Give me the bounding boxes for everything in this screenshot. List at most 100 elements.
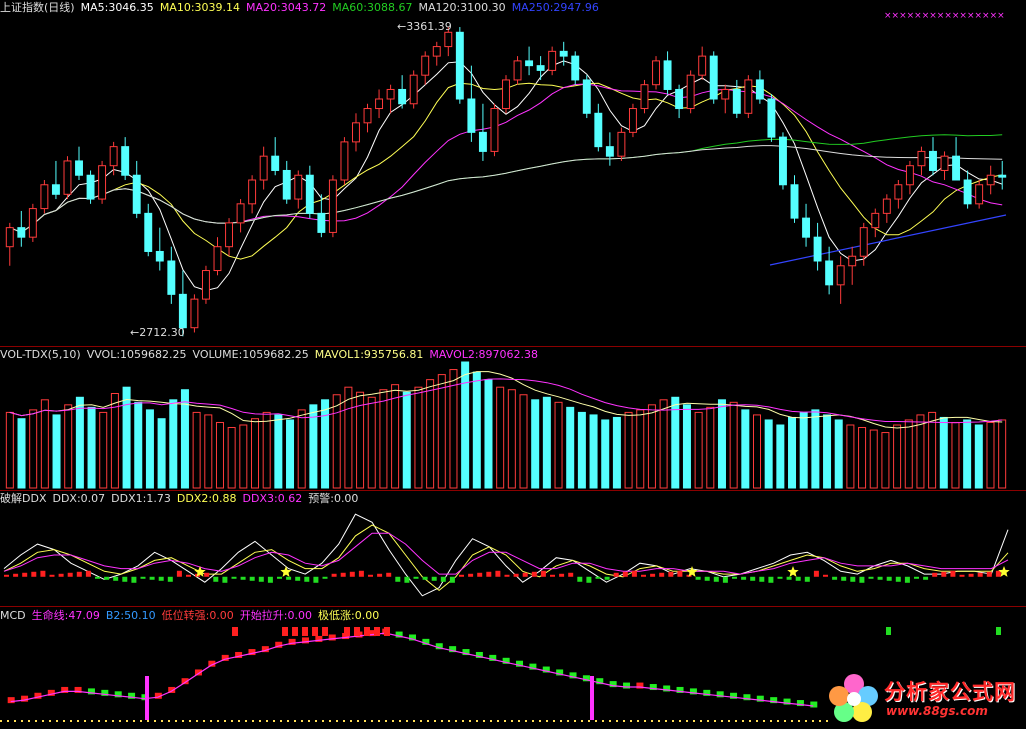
ddx-bar <box>941 571 947 577</box>
ddx-bar <box>131 576 137 583</box>
volume-bar <box>577 411 586 489</box>
candle <box>986 174 995 186</box>
candle <box>75 160 83 176</box>
volume-bar <box>519 394 528 489</box>
ddx-bar <box>231 576 237 579</box>
ddx-bar <box>650 573 656 577</box>
ddx-bar <box>331 573 337 577</box>
ddx-bar <box>249 576 255 581</box>
volume-bar <box>507 389 516 489</box>
volume-bar <box>204 414 213 489</box>
ddx-bar <box>413 576 419 579</box>
low-label: ←2712.30 <box>130 326 185 339</box>
candle <box>352 122 360 143</box>
volume-bar <box>811 409 820 489</box>
candle <box>802 217 811 238</box>
volume-header-item-2: VOLUME:1059682.25 <box>192 348 309 361</box>
ddx-bar <box>222 576 228 583</box>
ddx-bar <box>449 576 455 583</box>
ddx-bar <box>750 576 756 581</box>
ddx-bar <box>4 574 9 577</box>
candle <box>409 74 418 105</box>
ddx-bar <box>886 576 892 581</box>
volume-bar <box>566 406 575 489</box>
volume-bar <box>134 401 143 489</box>
ddx-bar <box>431 576 437 581</box>
ddx-bar <box>158 576 164 581</box>
ddx-bar <box>122 576 128 582</box>
mcd-header-item-5: 极低涨:0.00 <box>318 609 380 622</box>
ddx-bar <box>440 576 446 582</box>
ddx-bar <box>804 576 810 582</box>
candle <box>525 60 534 67</box>
mcd-signal-red <box>282 627 288 636</box>
ddx-bar <box>422 576 428 580</box>
ddx-bar <box>877 576 883 580</box>
volume-bar <box>52 414 61 489</box>
candle <box>917 150 926 167</box>
ddx-bar <box>668 571 674 577</box>
mcd-signal-green <box>886 627 891 635</box>
mcd-signal-red <box>354 627 360 636</box>
ddx-bar <box>13 573 19 577</box>
ddx-series-ddx2 <box>3 524 1009 592</box>
ddx-bar <box>404 576 410 583</box>
candle <box>40 184 49 210</box>
volume-bar <box>321 399 330 489</box>
ddx-bar <box>495 570 501 577</box>
mcd-header-item-2: B2:50.10 <box>105 609 156 622</box>
volume-bar <box>157 418 166 489</box>
volume-bar <box>391 384 400 489</box>
ddx-bar <box>85 570 91 577</box>
price-header-item-3: MA20:3043.72 <box>246 1 327 14</box>
candle <box>144 212 153 252</box>
candle <box>836 265 845 286</box>
price-header-item-0: 上证指数(日线) <box>0 1 75 14</box>
candle <box>421 55 430 76</box>
candle <box>98 165 107 200</box>
ddx-bar <box>832 576 838 580</box>
ddx-bar <box>741 576 747 580</box>
ddx-bar <box>914 576 919 579</box>
volume-bar <box>531 399 540 489</box>
ddx-bar <box>768 576 774 583</box>
candle <box>571 55 580 81</box>
candle <box>894 184 903 200</box>
ddx-bar <box>277 576 282 579</box>
candle <box>871 212 880 229</box>
candle <box>663 60 672 90</box>
candle <box>386 88 395 100</box>
ddx-bar <box>368 574 373 577</box>
ddx-bar <box>295 576 301 581</box>
ma60-line <box>9 134 1003 233</box>
ddx-bar <box>304 576 310 582</box>
volume-bar <box>227 427 236 489</box>
candle <box>790 184 799 219</box>
candle <box>155 250 164 262</box>
volume-bar <box>893 424 902 489</box>
volume-bar <box>472 371 481 489</box>
candle <box>294 174 303 200</box>
volume-bar <box>40 399 49 489</box>
volume-bar <box>799 411 808 489</box>
ddx-bar <box>204 572 210 577</box>
volume-bar <box>904 419 913 489</box>
candle <box>617 131 626 157</box>
candle <box>779 136 787 186</box>
ddx-bar <box>95 576 100 579</box>
candle <box>536 65 545 71</box>
ddx-bar <box>104 576 110 580</box>
ddx-header-item-2: DDX1:1.73 <box>111 492 171 505</box>
mcd-signal-red <box>374 627 380 636</box>
volume-bar <box>554 401 563 489</box>
ddx-bar <box>622 571 628 577</box>
candle <box>201 270 210 300</box>
ddx-bar <box>522 572 528 577</box>
ddx-bar <box>313 576 319 583</box>
ddx-bar <box>58 573 64 577</box>
candle <box>5 227 14 248</box>
candle <box>698 55 707 76</box>
price-header-item-6: MA250:2947.96 <box>511 1 599 14</box>
candle <box>490 108 499 152</box>
ddx-header-item-1: DDX:0.07 <box>52 492 106 505</box>
